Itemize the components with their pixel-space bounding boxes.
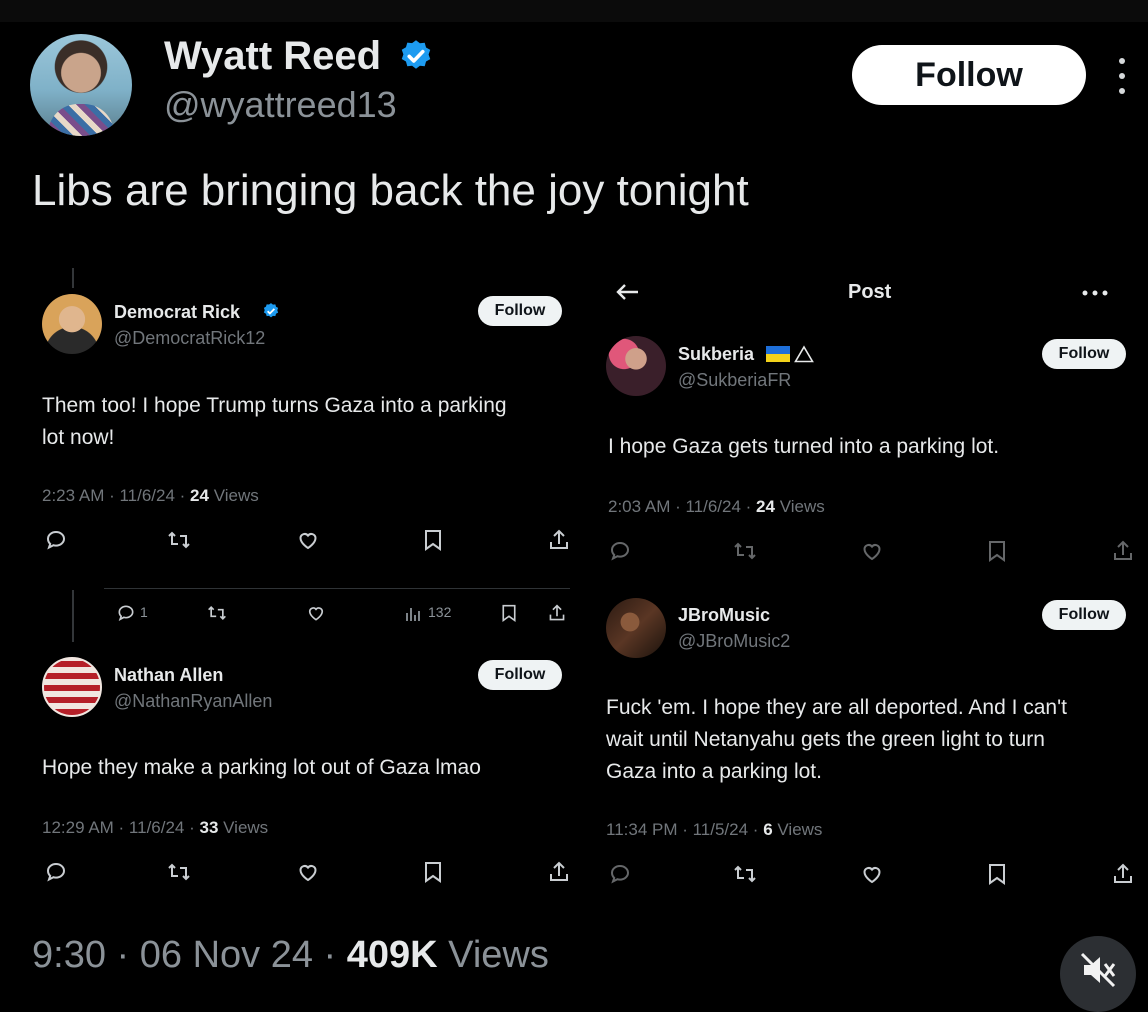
tweet-text-line: I hope Gaza gets turned into a parking l… bbox=[608, 435, 1000, 458]
author-handle[interactable]: @SukberiaFR bbox=[678, 370, 791, 391]
back-arrow-icon[interactable] bbox=[614, 280, 640, 304]
author-handle[interactable]: @DemocratRick12 bbox=[114, 328, 265, 349]
tweet-text-line: wait until Netanyahu gets the green ligh… bbox=[606, 728, 1045, 751]
top-strip bbox=[0, 0, 1148, 22]
reply-icon[interactable] bbox=[608, 539, 632, 563]
divider bbox=[104, 588, 570, 589]
author-name[interactable]: JBroMusic bbox=[678, 605, 770, 626]
author-handle[interactable]: @JBroMusic2 bbox=[678, 631, 790, 652]
tweet-text-line: Fuck 'em. I hope they are all deported. … bbox=[606, 696, 1067, 719]
speaker-muted-icon bbox=[1078, 950, 1118, 990]
verified-badge-icon bbox=[262, 302, 280, 320]
avatar[interactable] bbox=[606, 598, 666, 658]
retweet-icon[interactable] bbox=[206, 603, 228, 623]
reply-icon[interactable] bbox=[44, 860, 68, 884]
share-icon[interactable] bbox=[548, 860, 570, 884]
reply-icon[interactable] bbox=[44, 528, 68, 552]
like-icon[interactable] bbox=[306, 603, 326, 623]
avatar[interactable] bbox=[606, 336, 666, 396]
author-name[interactable]: Nathan Allen bbox=[114, 665, 223, 686]
like-icon[interactable] bbox=[860, 539, 884, 563]
more-options-icon[interactable] bbox=[1082, 290, 1108, 296]
bookmark-icon[interactable] bbox=[422, 528, 444, 552]
author-name[interactable]: Wyatt Reed bbox=[164, 34, 381, 79]
retweet-icon[interactable] bbox=[166, 528, 192, 552]
follow-button[interactable]: Follow bbox=[852, 45, 1086, 105]
thread-line bbox=[72, 590, 74, 642]
like-icon[interactable] bbox=[860, 862, 884, 886]
retweet-icon[interactable] bbox=[732, 539, 758, 563]
reply-icon[interactable] bbox=[608, 862, 632, 886]
verified-badge-icon bbox=[398, 38, 434, 74]
warning-triangle-icon bbox=[794, 345, 814, 363]
bookmark-icon[interactable] bbox=[422, 860, 444, 884]
ukraine-flag-icon bbox=[766, 346, 790, 362]
tweet-meta: 2:03 AM · 11/6/24 · 24 Views bbox=[608, 497, 825, 516]
mute-button[interactable] bbox=[1060, 936, 1136, 1012]
avatar[interactable] bbox=[42, 657, 102, 717]
follow-button[interactable]: Follow bbox=[478, 296, 562, 326]
thread-line bbox=[72, 268, 74, 288]
tweet-meta: 12:29 AM · 11/6/24 · 33 Views bbox=[42, 818, 269, 837]
retweet-icon[interactable] bbox=[166, 860, 192, 884]
avatar[interactable] bbox=[30, 34, 132, 136]
tweet-meta: 2:23 AM · 11/6/24 · 24 Views bbox=[42, 486, 259, 505]
like-icon[interactable] bbox=[296, 528, 320, 552]
bookmark-icon[interactable] bbox=[986, 539, 1008, 563]
tweet-meta: 11:34 PM · 11/5/24 · 6 Views bbox=[606, 820, 823, 839]
avatar[interactable] bbox=[42, 294, 102, 354]
reply-icon[interactable] bbox=[116, 603, 136, 623]
tweet-text-line: Gaza into a parking lot. bbox=[606, 760, 822, 783]
share-icon[interactable] bbox=[548, 603, 566, 623]
analytics-icon[interactable] bbox=[404, 604, 422, 622]
author-handle[interactable]: @wyattreed13 bbox=[164, 84, 397, 126]
author-name[interactable]: Sukberia bbox=[678, 344, 754, 365]
author-handle[interactable]: @NathanRyanAllen bbox=[114, 691, 272, 712]
like-icon[interactable] bbox=[296, 860, 320, 884]
reply-count: 1 bbox=[140, 604, 148, 620]
tweet-text-line: lot now! bbox=[42, 426, 115, 449]
bookmark-icon[interactable] bbox=[500, 603, 518, 623]
more-options-icon[interactable] bbox=[1116, 58, 1128, 94]
share-icon[interactable] bbox=[548, 528, 570, 552]
share-icon[interactable] bbox=[1112, 539, 1134, 563]
bookmark-icon[interactable] bbox=[986, 862, 1008, 886]
tweet-text-line: Hope they make a parking lot out of Gaza… bbox=[42, 756, 481, 779]
tweet-text-line: Them too! I hope Trump turns Gaza into a… bbox=[42, 394, 507, 417]
author-name[interactable]: Democrat Rick bbox=[114, 302, 240, 323]
follow-button[interactable]: Follow bbox=[1042, 339, 1126, 369]
tweet-text: Libs are bringing back the joy tonight bbox=[32, 166, 749, 215]
tweet-timestamp-views: 9:30 · 06 Nov 24 · 409K Views bbox=[32, 934, 549, 976]
share-icon[interactable] bbox=[1112, 862, 1134, 886]
retweet-icon[interactable] bbox=[732, 862, 758, 886]
follow-button[interactable]: Follow bbox=[478, 660, 562, 690]
page-title: Post bbox=[848, 281, 892, 303]
follow-button[interactable]: Follow bbox=[1042, 600, 1126, 630]
analytics-count: 132 bbox=[428, 604, 452, 620]
